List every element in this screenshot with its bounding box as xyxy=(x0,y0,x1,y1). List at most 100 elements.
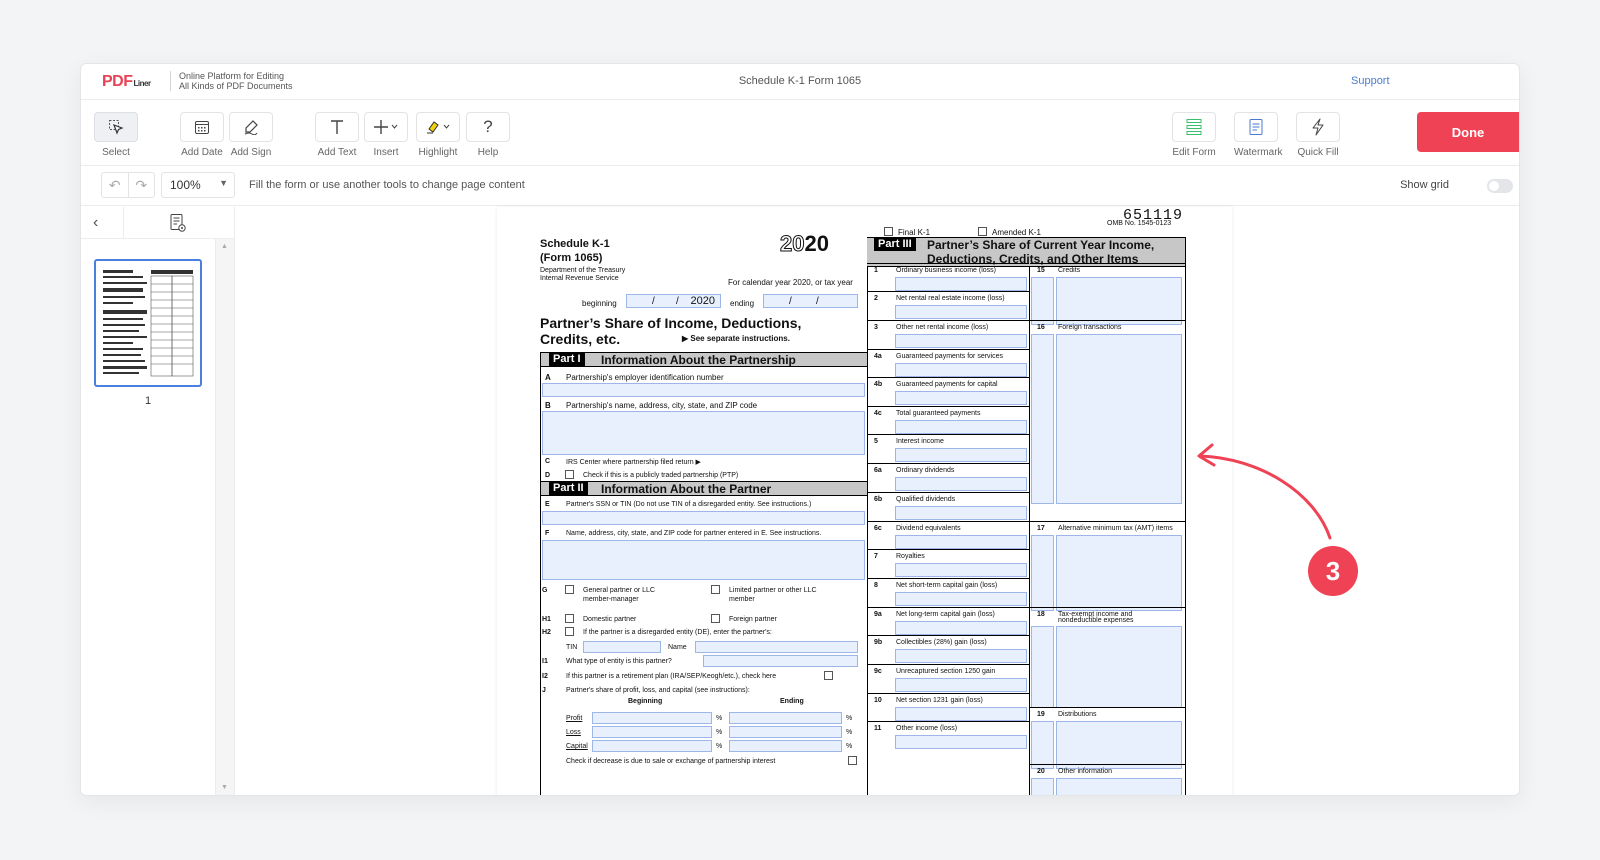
quick-fill-tool[interactable]: Quick Fill xyxy=(1296,112,1340,158)
code-amount-field[interactable] xyxy=(1056,721,1182,769)
foreign-partner-checkbox[interactable] xyxy=(711,614,720,623)
amount-field[interactable] xyxy=(895,506,1027,520)
loss-end-field[interactable] xyxy=(729,726,842,738)
code-amount-field[interactable] xyxy=(1056,334,1182,504)
profit-label: Profit xyxy=(566,715,583,722)
capital-begin-field[interactable] xyxy=(592,740,712,752)
amount-field[interactable] xyxy=(895,477,1027,491)
part3-line-4b: 4b Guaranteed payments for capital xyxy=(867,377,1029,406)
amount-field[interactable] xyxy=(895,448,1027,462)
page-settings-icon[interactable] xyxy=(169,213,187,233)
amount-field[interactable] xyxy=(895,649,1027,663)
code-field[interactable] xyxy=(1031,334,1054,504)
amount-field[interactable] xyxy=(895,707,1027,721)
code-field[interactable] xyxy=(1031,626,1054,708)
line-e-label: Partner's SSN or TIN (Do not use TIN of … xyxy=(566,501,812,508)
code-amount-field[interactable] xyxy=(1056,778,1182,795)
show-grid-toggle[interactable] xyxy=(1487,179,1513,193)
line-label: Royalties xyxy=(896,553,925,560)
profit-end-field[interactable] xyxy=(729,712,842,724)
form-title-line-1: Partner’s Share of Income, Deductions, xyxy=(540,315,802,331)
partnership-ein-field[interactable] xyxy=(542,383,865,397)
scroll-down-icon[interactable]: ▼ xyxy=(221,784,228,791)
add-date-tool[interactable]: Add Date xyxy=(180,112,224,158)
chevron-left-icon[interactable]: ‹ xyxy=(93,214,98,232)
final-k1-checkbox[interactable] xyxy=(884,227,893,236)
part1-tag: Part I xyxy=(549,353,585,366)
select-tool[interactable]: Select xyxy=(94,112,138,158)
partner-address-field[interactable] xyxy=(542,540,865,580)
code-field[interactable] xyxy=(1031,778,1054,795)
amount-field[interactable] xyxy=(895,621,1027,635)
profit-begin-field[interactable] xyxy=(592,712,712,724)
limited-partner-checkbox[interactable] xyxy=(711,585,720,594)
add-sign-button[interactable] xyxy=(229,112,273,142)
add-text-button[interactable] xyxy=(315,112,359,142)
support-link[interactable]: Support xyxy=(1351,75,1390,87)
code-amount-field[interactable] xyxy=(1056,535,1182,611)
line-label: Other net rental income (loss) xyxy=(896,324,989,331)
line-number: 17 xyxy=(1037,525,1045,532)
code-field[interactable] xyxy=(1031,721,1054,769)
part3-tag: Part III xyxy=(874,238,916,251)
insert-tool[interactable]: Insert xyxy=(364,112,408,158)
amount-field[interactable] xyxy=(895,535,1027,549)
tax-year-begin-field[interactable]: // 2020 xyxy=(626,294,721,308)
help-tool[interactable]: ? Help xyxy=(466,112,510,158)
amount-field[interactable] xyxy=(895,363,1027,377)
de-name-field[interactable] xyxy=(695,641,858,653)
select-button[interactable] xyxy=(94,112,138,142)
lightning-icon xyxy=(1312,118,1324,136)
quick-fill-button[interactable] xyxy=(1296,112,1340,142)
amount-field[interactable] xyxy=(895,277,1027,291)
retirement-plan-checkbox[interactable] xyxy=(824,671,833,680)
de-tin-field[interactable] xyxy=(583,641,661,653)
highlight-button[interactable] xyxy=(416,112,460,142)
tax-year-end-field[interactable]: / / xyxy=(763,294,858,308)
redo-icon[interactable]: ↷ xyxy=(129,173,155,197)
add-date-button[interactable] xyxy=(180,112,224,142)
capital-end-field[interactable] xyxy=(729,740,842,752)
done-button[interactable]: Done xyxy=(1417,112,1519,152)
amount-field[interactable] xyxy=(895,592,1027,606)
domestic-partner-checkbox[interactable] xyxy=(565,614,574,623)
general-partner-checkbox[interactable] xyxy=(565,585,574,594)
insert-button[interactable] xyxy=(364,112,408,142)
watermark-tool[interactable]: Watermark xyxy=(1234,112,1283,158)
part3-line-4a: 4a Guaranteed payments for services xyxy=(867,349,1029,378)
pages-scrollbar[interactable]: ▲ ▼ xyxy=(215,239,234,795)
partnership-address-field[interactable] xyxy=(542,411,865,455)
zoom-select[interactable]: 100% ▼ xyxy=(161,172,235,198)
add-text-tool[interactable]: Add Text xyxy=(315,112,359,158)
amount-field[interactable] xyxy=(895,420,1027,434)
amount-field[interactable] xyxy=(895,735,1027,749)
undo-icon[interactable]: ↶ xyxy=(102,173,129,197)
code-amount-field[interactable] xyxy=(1056,277,1182,325)
add-sign-tool[interactable]: Add Sign xyxy=(229,112,273,158)
ptp-checkbox[interactable] xyxy=(565,470,574,479)
line-h2-letter: H2 xyxy=(542,629,551,636)
amount-field[interactable] xyxy=(895,678,1027,692)
edit-form-button[interactable] xyxy=(1172,112,1216,142)
decrease-checkbox[interactable] xyxy=(848,756,857,765)
amount-field[interactable] xyxy=(895,305,1027,319)
code-field[interactable] xyxy=(1031,535,1054,611)
help-button[interactable]: ? xyxy=(466,112,510,142)
amended-k1-checkbox[interactable] xyxy=(978,227,987,236)
amount-field[interactable] xyxy=(895,334,1027,348)
amount-field[interactable] xyxy=(895,563,1027,577)
scroll-up-icon[interactable]: ▲ xyxy=(221,243,228,250)
highlight-tool[interactable]: Highlight xyxy=(416,112,460,158)
page-thumbnail[interactable] xyxy=(94,259,202,387)
partner-ssn-field[interactable] xyxy=(542,511,865,525)
form-fields-icon xyxy=(1186,119,1202,135)
edit-form-tool[interactable]: Edit Form xyxy=(1172,112,1216,158)
code-field[interactable] xyxy=(1031,277,1054,325)
disregarded-entity-checkbox[interactable] xyxy=(565,627,574,636)
code-amount-field[interactable] xyxy=(1056,626,1182,708)
watermark-button[interactable] xyxy=(1234,112,1278,142)
amount-field[interactable] xyxy=(895,391,1027,405)
loss-begin-field[interactable] xyxy=(592,726,712,738)
part3-line-6b: 6b Qualified dividends xyxy=(867,492,1029,521)
entity-type-field[interactable] xyxy=(703,655,858,667)
